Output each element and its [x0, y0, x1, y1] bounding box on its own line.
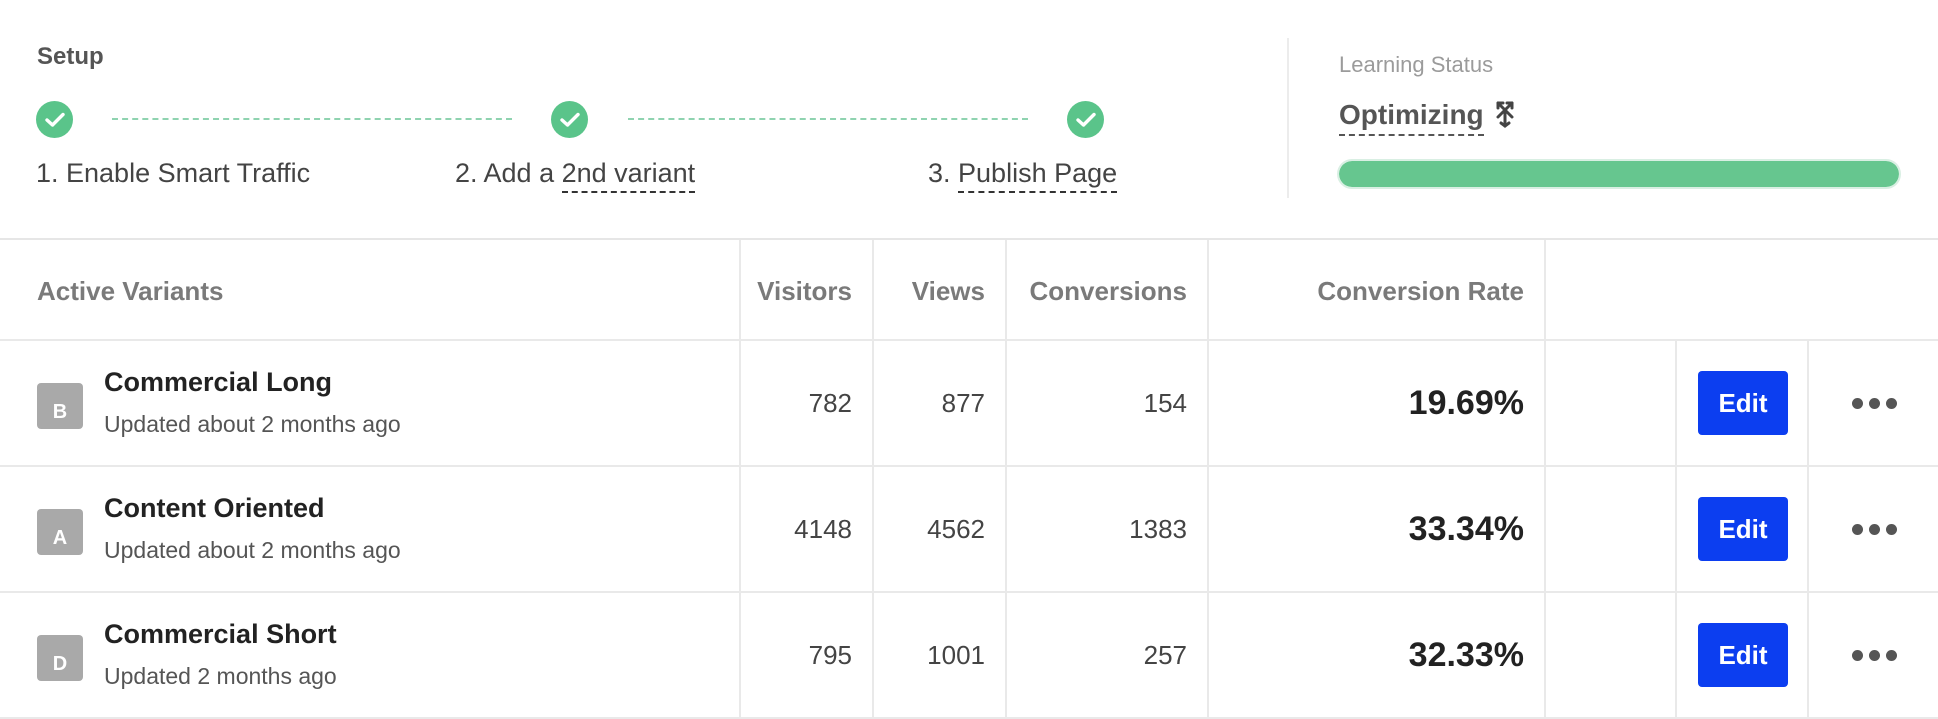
variant-updated: Updated about 2 months ago	[104, 537, 401, 563]
edit-cell: Edit	[1677, 341, 1809, 465]
visitors-cell: 782	[741, 341, 874, 465]
header-conversion-rate[interactable]: Conversion Rate	[1317, 276, 1524, 307]
setup-panel: Setup 1. Enable Smart Traffic 2. Add a 2…	[0, 0, 1938, 240]
step-connector	[628, 118, 1028, 120]
rate-cell: 32.33%	[1209, 593, 1546, 717]
learning-status-value[interactable]: Optimizing	[1339, 99, 1484, 136]
variant-badge: D	[37, 635, 83, 681]
edit-button[interactable]: Edit	[1698, 623, 1788, 687]
header-cell: Visitors	[741, 240, 874, 339]
more-icon[interactable]	[1852, 643, 1898, 667]
add-variant-link[interactable]: 2nd variant	[561, 158, 696, 193]
variant-cell: D Commercial Short Updated 2 months ago	[0, 593, 741, 717]
learning-progress-bar	[1337, 159, 1901, 189]
header-active-variants[interactable]: Active Variants	[37, 276, 223, 307]
conversions-value: 257	[1143, 639, 1187, 670]
table-header: Active Variants Visitors Views Conversio…	[0, 240, 1938, 341]
edit-button[interactable]: Edit	[1698, 497, 1788, 561]
header-conversions[interactable]: Conversions	[1030, 276, 1188, 307]
conversion-rate-value: 19.69%	[1408, 383, 1524, 422]
table-row: B Commercial Long Updated about 2 months…	[0, 341, 1938, 467]
header-cell: Views	[874, 240, 1007, 339]
more-cell	[1809, 467, 1938, 591]
edit-cell: Edit	[1677, 593, 1809, 717]
views-value: 4562	[927, 513, 985, 544]
spacer-cell	[1546, 467, 1677, 591]
variant-badge: A	[37, 509, 83, 555]
variant-name[interactable]: Commercial Long	[104, 367, 332, 398]
more-icon[interactable]	[1852, 517, 1898, 541]
visitors-value: 782	[808, 387, 852, 418]
header-views[interactable]: Views	[912, 276, 985, 307]
conversions-cell: 257	[1007, 593, 1209, 717]
visitors-cell: 795	[741, 593, 874, 717]
step-1-label: 1. Enable Smart Traffic	[36, 158, 310, 189]
views-value: 877	[941, 387, 985, 418]
check-icon	[36, 101, 73, 138]
variant-cell: A Content Oriented Updated about 2 month…	[0, 467, 741, 591]
variant-updated: Updated 2 months ago	[104, 663, 337, 689]
visitors-cell: 4148	[741, 467, 874, 591]
edit-cell: Edit	[1677, 467, 1809, 591]
check-icon	[551, 101, 588, 138]
spacer-cell	[1546, 341, 1677, 465]
conversions-cell: 1383	[1007, 467, 1209, 591]
variant-badge: B	[37, 383, 83, 429]
learning-progress-fill	[1339, 161, 1899, 187]
publish-page-link[interactable]: Publish Page	[958, 158, 1118, 193]
variant-name[interactable]: Content Oriented	[104, 493, 325, 524]
views-value: 1001	[927, 639, 985, 670]
conversions-value: 1383	[1129, 513, 1187, 544]
header-cell: Conversions	[1007, 240, 1209, 339]
step-1-text: 1. Enable Smart Traffic	[36, 158, 311, 188]
views-cell: 877	[874, 341, 1007, 465]
header-cell: Active Variants	[0, 240, 741, 339]
step-3-text: 3.	[928, 158, 959, 188]
panel-divider	[1287, 38, 1289, 198]
more-cell	[1809, 341, 1938, 465]
rate-cell: 19.69%	[1209, 341, 1546, 465]
conversion-rate-value: 33.34%	[1408, 509, 1524, 548]
rate-cell: 33.34%	[1209, 467, 1546, 591]
check-icon	[1067, 101, 1104, 138]
table-row: A Content Oriented Updated about 2 month…	[0, 467, 1938, 593]
variant-updated: Updated about 2 months ago	[104, 411, 401, 437]
split-arrows-icon	[1492, 99, 1518, 129]
table-row: D Commercial Short Updated 2 months ago …	[0, 593, 1938, 719]
spacer-cell	[1546, 593, 1677, 717]
more-cell	[1809, 593, 1938, 717]
views-cell: 4562	[874, 467, 1007, 591]
visitors-value: 795	[808, 639, 852, 670]
variant-cell: B Commercial Long Updated about 2 months…	[0, 341, 741, 465]
learning-status-title: Learning Status	[1339, 52, 1494, 77]
step-connector	[112, 118, 512, 120]
step-2-text: 2. Add a	[455, 158, 562, 188]
step-3-label: 3. Publish Page	[928, 158, 1118, 193]
setup-title: Setup	[37, 43, 104, 70]
step-2-label: 2. Add a 2nd variant	[455, 158, 696, 193]
views-cell: 1001	[874, 593, 1007, 717]
visitors-value: 4148	[794, 513, 852, 544]
header-visitors[interactable]: Visitors	[757, 276, 852, 307]
edit-button[interactable]: Edit	[1698, 371, 1788, 435]
conversion-rate-value: 32.33%	[1408, 635, 1524, 674]
header-cell: Conversion Rate	[1209, 240, 1546, 339]
more-icon[interactable]	[1852, 391, 1898, 415]
conversions-value: 154	[1143, 387, 1187, 418]
conversions-cell: 154	[1007, 341, 1209, 465]
variant-name[interactable]: Commercial Short	[104, 619, 337, 650]
